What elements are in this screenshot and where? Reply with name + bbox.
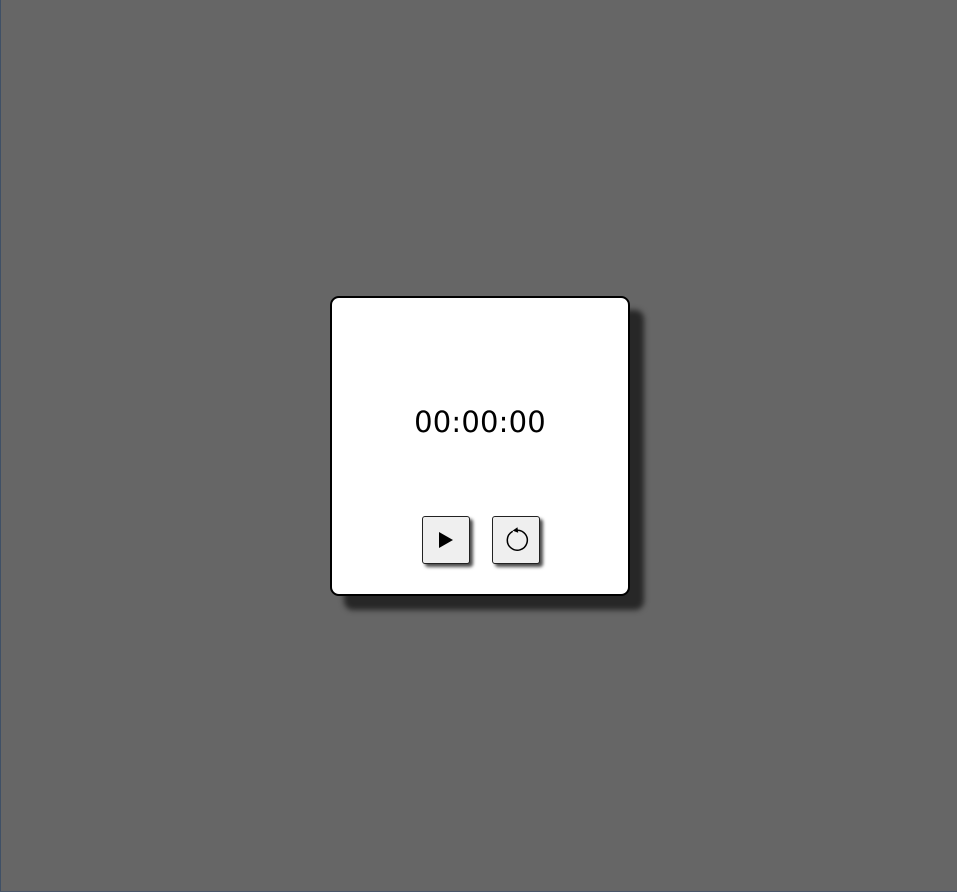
timer-controls [332, 516, 628, 564]
reset-icon [503, 527, 529, 553]
window-edge-left [0, 0, 1, 892]
reset-button[interactable] [491, 516, 540, 564]
play-icon [438, 531, 454, 549]
stopwatch-card: 00:00:00 [330, 296, 630, 596]
play-button[interactable] [421, 516, 470, 564]
timer-display: 00:00:00 [414, 405, 546, 439]
